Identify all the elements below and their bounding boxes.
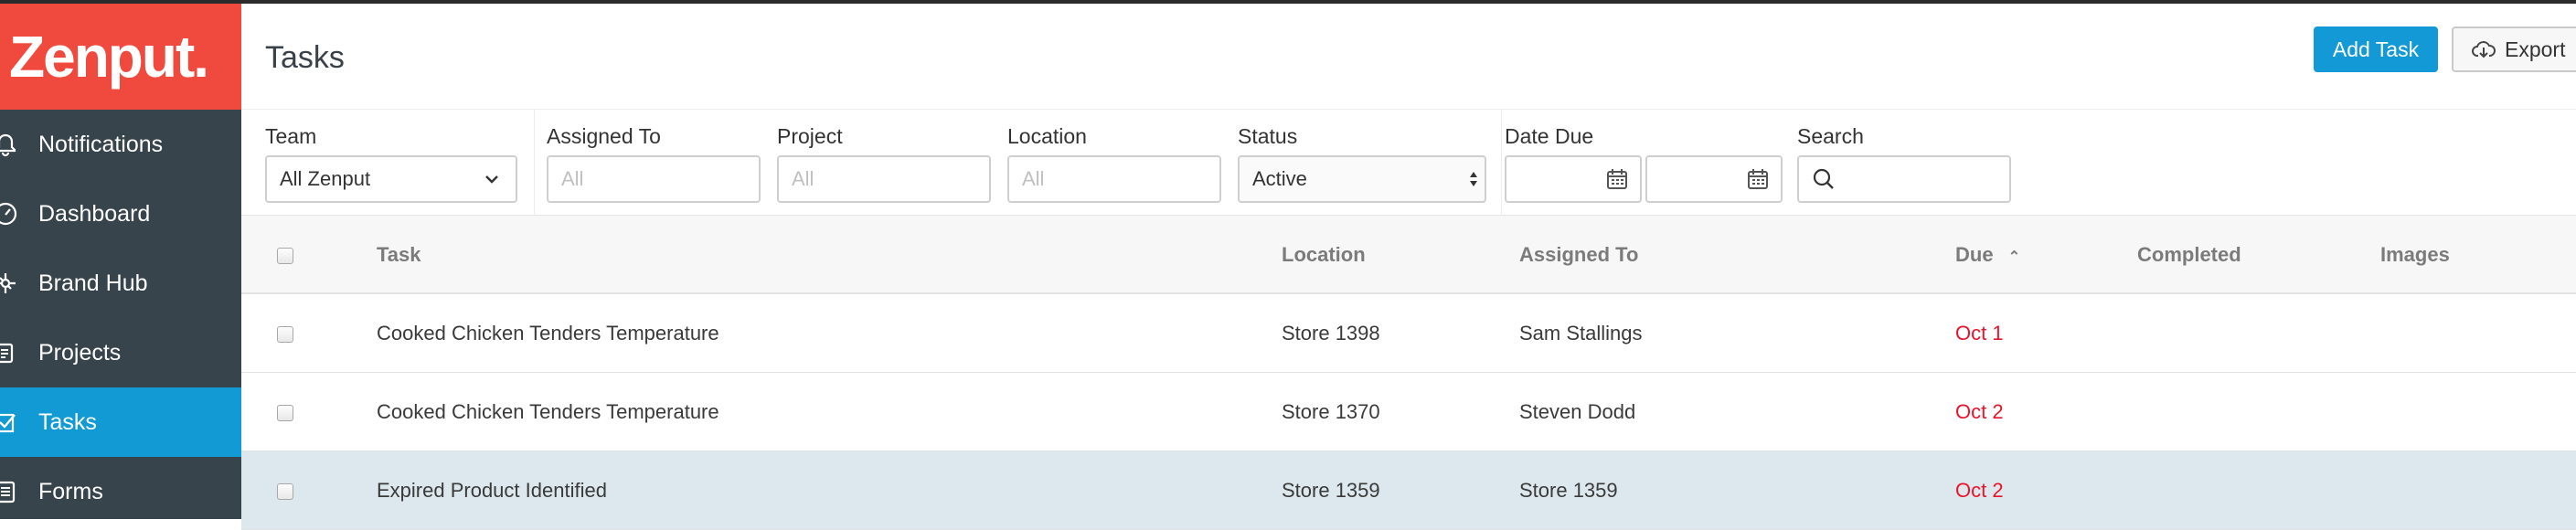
filter-label: Team — [265, 124, 317, 148]
location-cell: Store 1398 — [1282, 322, 1380, 344]
assigned-to-cell: Sam Stallings — [1519, 322, 1643, 344]
task-cell[interactable]: Cooked Chicken Tenders Temperature — [377, 322, 719, 345]
project-placeholder: All — [792, 167, 814, 190]
sidebar-item-label: Tasks — [38, 408, 97, 435]
sidebar-item-brand-hub[interactable]: Brand Hub — [0, 249, 241, 318]
filter-divider — [1501, 110, 1502, 216]
column-header-task[interactable]: Task — [377, 243, 421, 267]
date-due-start-input[interactable] — [1505, 155, 1642, 203]
team-select[interactable]: All Zenput — [265, 155, 517, 203]
checkbox-icon — [0, 413, 16, 433]
search-input[interactable] — [1797, 155, 2011, 203]
date-due-end-input[interactable] — [1645, 155, 1783, 203]
export-label: Export — [2505, 37, 2566, 61]
assigned-to-input[interactable]: All — [547, 155, 761, 203]
column-header-completed[interactable]: Completed — [2137, 243, 2241, 267]
filter-label: Search — [1797, 124, 1864, 148]
status-select[interactable]: Active — [1238, 155, 1486, 203]
project-input[interactable]: All — [777, 155, 991, 203]
calendar-icon[interactable] — [1746, 167, 1770, 191]
sidebar-item-forms[interactable]: Forms — [0, 457, 241, 526]
filter-assigned-to: Assigned To — [547, 121, 661, 152]
hub-icon — [0, 273, 16, 293]
row-checkbox[interactable] — [277, 326, 293, 343]
due-cell: Oct 2 — [1955, 400, 2004, 423]
due-cell: Oct 1 — [1955, 322, 2004, 344]
location-placeholder: All — [1022, 167, 1045, 190]
row-checkbox[interactable] — [277, 483, 293, 500]
filter-label: Date Due — [1505, 124, 1594, 148]
filter-search: Search — [1797, 121, 1864, 152]
select-all-checkbox[interactable] — [277, 248, 293, 264]
task-cell[interactable]: Expired Product Identified — [377, 479, 607, 503]
location-cell: Store 1370 — [1282, 400, 1380, 423]
filter-status: Status — [1238, 121, 1297, 152]
team-select-value: All Zenput — [280, 167, 371, 190]
filter-project: Project — [777, 121, 843, 152]
sidebar-item-projects[interactable]: Projects — [0, 318, 241, 387]
calendar-icon[interactable] — [1605, 167, 1629, 191]
cloud-download-icon — [2472, 41, 2496, 58]
gauge-icon — [0, 202, 17, 226]
filter-label: Status — [1238, 124, 1298, 148]
column-header-images[interactable]: Images — [2380, 243, 2450, 267]
filter-date-due: Date Due — [1505, 121, 1593, 152]
bell-icon — [0, 133, 16, 157]
main-content: Tasks Add Task Export Team All Zenput As… — [241, 4, 2576, 530]
page-title: Tasks — [265, 40, 345, 75]
filter-divider — [534, 110, 535, 216]
table-row[interactable]: Expired Product Identified Store 1359 St… — [241, 451, 2576, 530]
tasks-table: Task Location Assigned To Due ⌃ Complete… — [241, 216, 2576, 530]
filter-bar: Team All Zenput Assigned To All Project … — [241, 110, 2576, 216]
sidebar-item-dashboard[interactable]: Dashboard — [0, 179, 241, 249]
filter-label: Location — [1007, 124, 1087, 148]
column-header-assigned-to[interactable]: Assigned To — [1519, 243, 1638, 267]
location-cell: Store 1359 — [1282, 479, 1380, 502]
logo[interactable]: Zenput. — [0, 4, 241, 110]
table-row[interactable]: Cooked Chicken Tenders Temperature Store… — [241, 294, 2576, 373]
sidebar: Zenput. Notifications Dashboard Brand Hu… — [0, 4, 241, 519]
filter-location: Location — [1007, 121, 1087, 152]
due-cell: Oct 2 — [1955, 479, 2004, 502]
sidebar-item-label: Brand Hub — [38, 270, 148, 296]
chevron-down-icon — [485, 175, 498, 184]
sort-ascending-icon: ⌃ — [2007, 249, 2021, 265]
search-icon — [1813, 168, 1834, 189]
sidebar-item-label: Projects — [38, 339, 122, 366]
column-header-due-label: Due — [1955, 243, 1994, 266]
sidebar-item-tasks[interactable]: Tasks — [0, 387, 241, 457]
clipboard-icon — [0, 343, 14, 364]
sidebar-item-label: Dashboard — [38, 200, 151, 227]
column-header-due[interactable]: Due ⌃ — [1955, 243, 2020, 267]
assigned-to-cell: Steven Dodd — [1519, 400, 1636, 423]
updown-arrows-icon — [1470, 172, 1477, 186]
assigned-to-placeholder: All — [561, 167, 584, 190]
sidebar-item-label: Notifications — [38, 131, 164, 157]
filter-label: Project — [777, 124, 843, 148]
task-cell[interactable]: Cooked Chicken Tenders Temperature — [377, 400, 719, 424]
row-checkbox[interactable] — [277, 405, 293, 421]
export-button[interactable]: Export — [2452, 26, 2576, 72]
filter-team: Team — [265, 121, 316, 152]
page-header: Tasks Add Task Export — [241, 4, 2576, 110]
form-icon — [0, 481, 16, 504]
column-header-location[interactable]: Location — [1282, 243, 1366, 267]
assigned-to-cell: Store 1359 — [1519, 479, 1618, 502]
table-header: Task Location Assigned To Due ⌃ Complete… — [241, 216, 2576, 294]
table-row[interactable]: Cooked Chicken Tenders Temperature Store… — [241, 373, 2576, 451]
add-task-button[interactable]: Add Task — [2314, 26, 2438, 72]
sidebar-item-label: Forms — [38, 478, 103, 504]
location-input[interactable]: All — [1007, 155, 1221, 203]
sidebar-item-notifications[interactable]: Notifications — [0, 110, 241, 179]
filter-label: Assigned To — [547, 124, 661, 148]
logo-text: Zenput. — [9, 24, 209, 90]
status-select-value: Active — [1252, 167, 1307, 190]
